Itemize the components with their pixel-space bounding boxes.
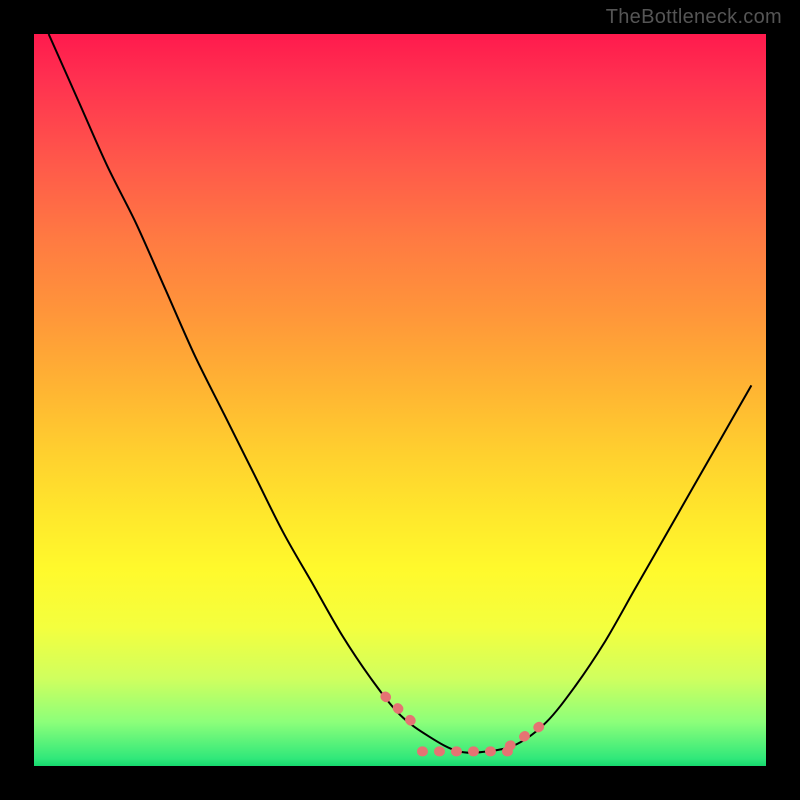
- chart-svg: [34, 34, 766, 766]
- bottleneck-curve: [49, 34, 752, 753]
- attribution-text: TheBottleneck.com: [606, 6, 782, 29]
- chart-plot-area: [34, 34, 766, 766]
- highlight-segment-right: [510, 722, 547, 746]
- highlight-segment-left: [385, 696, 422, 731]
